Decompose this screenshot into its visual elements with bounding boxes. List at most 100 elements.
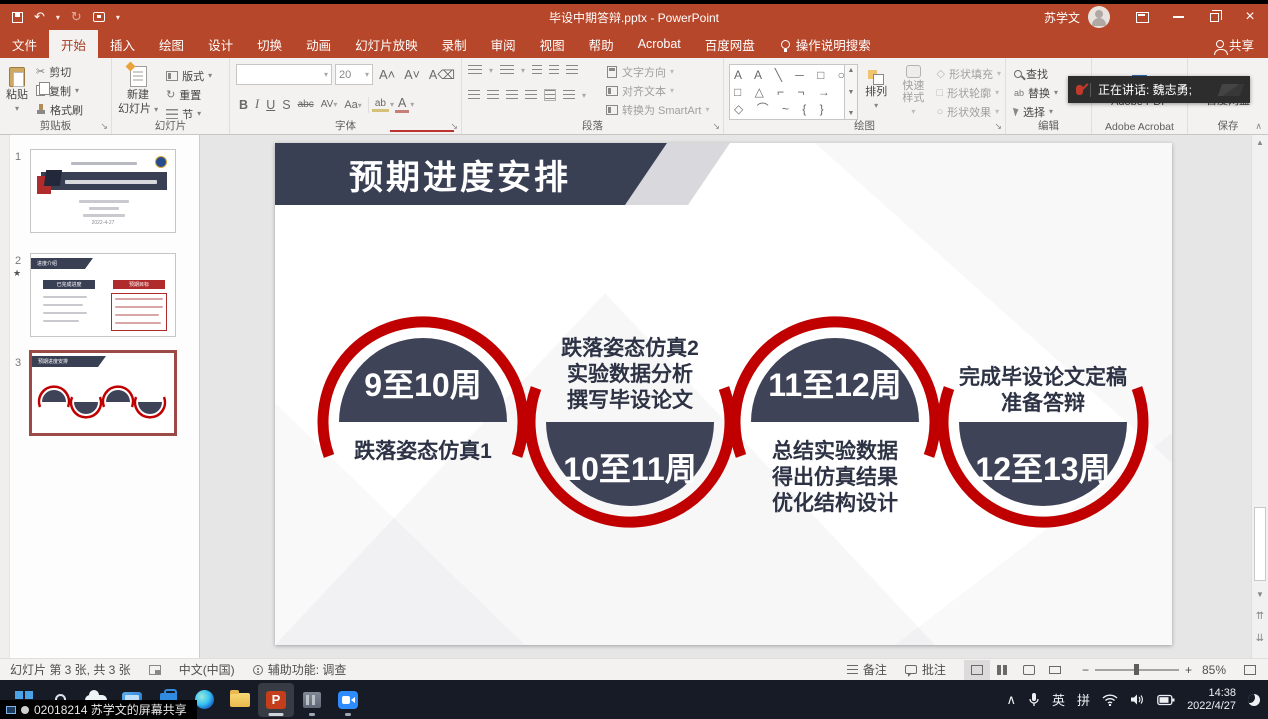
scroll-down-icon[interactable]: ▼ [1252, 587, 1268, 601]
week-label-1[interactable]: 9至10周 [364, 367, 481, 403]
bullets-icon[interactable] [468, 65, 482, 75]
strikethrough-button[interactable]: abc [295, 99, 317, 110]
cut-button[interactable]: ✂剪切 [34, 62, 85, 81]
zoom-level-button[interactable]: 85% [1202, 663, 1226, 677]
view-slideshow-button[interactable] [1042, 660, 1068, 680]
tab-draw[interactable]: 绘图 [147, 30, 196, 58]
accessibility-status-button[interactable]: 辅助功能: 调查 [253, 661, 347, 678]
zoom-slider-thumb[interactable] [1134, 664, 1139, 675]
tray-overflow-chevron-icon[interactable]: ∧ [1007, 692, 1017, 708]
ime-pinyin-indicator[interactable]: 拼 [1077, 690, 1090, 709]
tab-insert[interactable]: 插入 [98, 30, 147, 58]
paragraph-dialog-launcher-icon[interactable]: ↘ [712, 121, 720, 132]
tab-animation[interactable]: 动画 [294, 30, 343, 58]
tab-file[interactable]: 文件 [0, 30, 49, 58]
columns-icon[interactable] [563, 90, 575, 100]
tab-transition[interactable]: 切换 [245, 30, 294, 58]
quick-styles-button[interactable]: 快速样式 ▾ [894, 62, 932, 120]
align-text-button[interactable]: 对齐文本▾ [604, 81, 711, 100]
numbering-icon[interactable] [500, 65, 514, 75]
shape-gallery-scrollbar[interactable]: ▲ ▼ ▼ [845, 64, 858, 120]
gallery-scroll-down-icon[interactable]: ▼ [848, 89, 855, 96]
restore-button[interactable] [1196, 4, 1232, 30]
running-app-button[interactable] [294, 683, 330, 717]
clear-formatting-button[interactable]: A⌫ [426, 67, 458, 82]
wifi-icon[interactable] [1102, 694, 1118, 706]
node2-description[interactable]: 跌落姿态仿真2 实验数据分析 撰写毕设论文 [530, 336, 730, 414]
format-painter-button[interactable]: 格式刷 [34, 100, 85, 119]
vertical-scrollbar[interactable]: ▲ ▼ ⇈ ⇊ [1251, 135, 1268, 658]
tencent-meeting-button[interactable] [330, 683, 366, 717]
increase-indent-icon[interactable] [549, 65, 559, 75]
scrollbar-thumb[interactable] [1254, 507, 1266, 581]
find-button[interactable]: 查找 [1012, 64, 1060, 83]
convert-smartart-button[interactable]: 转换为 SmartArt▾ [604, 100, 711, 119]
shape-gallery[interactable]: A A ╲ ─ □ ○ □ △ ⌐ ¬ → ↓ ◇ ⌒ ~ { } [729, 64, 845, 120]
account-name[interactable]: 苏学文 [1044, 9, 1080, 26]
week-label-4[interactable]: 12至13周 [975, 451, 1110, 487]
collapse-ribbon-icon[interactable]: ∧ [1255, 121, 1262, 132]
week-label-2[interactable]: 10至11周 [563, 451, 696, 487]
zoom-slider[interactable] [1095, 669, 1179, 671]
minimize-button[interactable] [1160, 4, 1196, 30]
pane-scrollbar[interactable] [0, 135, 10, 658]
comments-button[interactable]: 批注 [905, 661, 946, 678]
qat-customize-caret-icon[interactable]: ▾ [116, 13, 120, 22]
view-normal-button[interactable] [964, 660, 990, 680]
tab-view[interactable]: 视图 [528, 30, 577, 58]
speaker-icon[interactable] [1130, 693, 1145, 706]
redo-icon[interactable]: ↻ [71, 9, 82, 25]
new-slide-button[interactable]: 新建 幻灯片 ▾ [114, 62, 162, 120]
text-direction-button[interactable]: 文字方向▾ [604, 62, 711, 81]
tab-home[interactable]: 开始 [49, 30, 98, 58]
align-center-icon[interactable] [487, 90, 499, 100]
undo-caret-icon[interactable]: ▾ [56, 13, 60, 22]
justify-icon[interactable] [525, 90, 537, 100]
copy-button[interactable]: 复制▾ [34, 81, 85, 100]
gallery-scroll-up-icon[interactable]: ▲ [848, 67, 855, 74]
italic-button[interactable]: I [252, 97, 262, 112]
share-button[interactable]: 共享 [1202, 30, 1268, 58]
layout-button[interactable]: 版式▾ [164, 66, 214, 85]
align-left-icon[interactable] [468, 90, 480, 100]
tab-slideshow[interactable]: 幻灯片放映 [343, 30, 430, 58]
decrease-font-size-button[interactable]: A˅ [401, 68, 423, 82]
font-name-combobox[interactable]: ▾ [236, 64, 332, 85]
touch-mode-icon[interactable] [93, 12, 105, 22]
increase-font-size-button[interactable]: A˄ [376, 67, 398, 82]
theme-status-button[interactable] [149, 665, 161, 675]
node3-description[interactable]: 总结实验数据 得出仿真结果 优化结构设计 [735, 439, 935, 517]
line-spacing-icon[interactable] [566, 65, 578, 75]
thumbnail-slide-1[interactable]: 2022-4-27 [30, 149, 176, 233]
save-icon[interactable] [12, 12, 23, 23]
scroll-up-icon[interactable]: ▲ [1252, 135, 1268, 149]
view-reading-button[interactable] [1016, 660, 1042, 680]
previous-slide-icon[interactable]: ⇈ [1252, 609, 1268, 623]
align-right-icon[interactable] [506, 90, 518, 100]
font-color-button[interactable]: A [395, 96, 409, 113]
zoom-in-button[interactable]: + [1185, 663, 1192, 677]
zoom-out-button[interactable]: − [1082, 663, 1089, 677]
distributed-icon[interactable] [544, 89, 556, 101]
notes-button[interactable]: 备注 [847, 661, 887, 678]
node4-description[interactable]: 完成毕设论文定稿 准备答辩 [923, 365, 1163, 417]
node1-description[interactable]: 跌落姿态仿真1 [323, 439, 523, 465]
slide-3-canvas[interactable]: 预期进度安排 9至10周 10至11周 11至12周 12至13周 跌落姿态仿真… [275, 143, 1172, 645]
thumbnail-slide-3[interactable]: 预期进度安排 [30, 351, 176, 435]
gallery-more-icon[interactable]: ▼ [848, 110, 855, 117]
font-dialog-launcher-icon[interactable]: ↘ [450, 121, 458, 132]
shape-fill-button[interactable]: ◇形状填充▾ [935, 64, 1003, 83]
clock[interactable]: 14:38 2022/4/27 [1187, 687, 1236, 713]
drawing-dialog-launcher-icon[interactable]: ↘ [994, 121, 1002, 132]
fit-to-window-button[interactable] [1244, 665, 1256, 675]
close-button[interactable]: × [1232, 4, 1268, 30]
tell-me-search[interactable]: 操作说明搜索 [781, 30, 871, 58]
tab-baidu-pan[interactable]: 百度网盘 [693, 30, 767, 58]
avatar[interactable] [1088, 6, 1110, 28]
text-highlight-button[interactable]: ab [372, 98, 389, 112]
font-size-combobox[interactable]: 20▾ [335, 64, 373, 85]
language-status-button[interactable]: 中文(中国) [179, 661, 235, 678]
tab-design[interactable]: 设计 [196, 30, 245, 58]
view-slide-sorter-button[interactable] [990, 660, 1016, 680]
change-case-button[interactable]: Aa▾ [341, 99, 364, 111]
